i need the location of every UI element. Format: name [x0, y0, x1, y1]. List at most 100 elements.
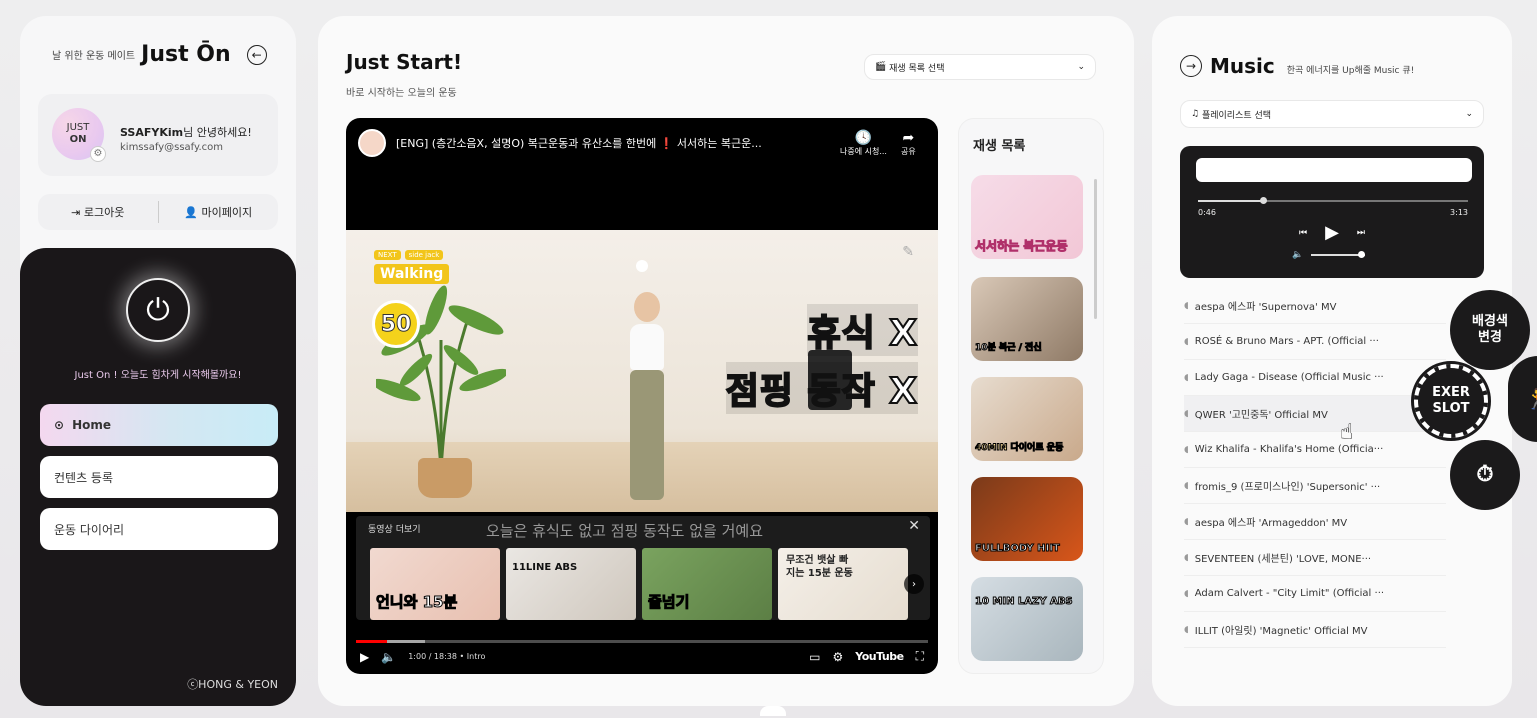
song-item[interactable]: ◖ aespa 에스파 'Supernova' MV	[1184, 288, 1446, 324]
music-elapsed: 0:46	[1198, 208, 1216, 217]
playlist-item[interactable]: 10 MIN LAZY ABS	[971, 577, 1083, 661]
mypage-button[interactable]: 👤 마이페이지	[159, 204, 279, 220]
hand-cursor-icon: ☝	[1340, 420, 1354, 445]
song-item[interactable]: ◖ ROSÉ & Bruno Mars - APT. (Official ···	[1184, 324, 1446, 360]
exer-slot-label: EXER SLOT	[1432, 385, 1470, 416]
song-item[interactable]: ◖ ILLIT (아일릿) 'Magnetic' Official MV	[1184, 612, 1446, 648]
music-volume: 🔈	[1292, 250, 1366, 260]
plant-pot	[418, 458, 472, 498]
song-item[interactable]: ◖ fromis_9 (프로미스나인) 'Supersonic' ···	[1184, 468, 1446, 504]
suggested-video-title: 11LINE ABS	[512, 562, 578, 573]
video-frame: NEXT side jack Walking 50 ✎ 휴식 X 점핑 동작 X	[346, 230, 938, 512]
song-title: fromis_9 (프로미스나인) 'Supersonic' ···	[1194, 482, 1381, 493]
suggested-video[interactable]: 줄넘기	[642, 548, 772, 620]
video-title[interactable]: [ENG] (층간소음X, 설명O) 복근운동과 유산소를 한번에 ❗ 서서하는…	[396, 135, 826, 151]
song-item[interactable]: ◖ aespa 에스파 'Armageddon' MV	[1184, 504, 1446, 540]
gear-icon[interactable]: ⚙	[90, 146, 106, 162]
nav-item-exercise-diary[interactable]: 운동 다이어리	[40, 508, 278, 550]
song-title: aespa 에스파 'Armageddon' MV	[1194, 518, 1348, 529]
playlist-item-title: 40MIN 다이어트 운동	[974, 443, 1064, 454]
playlist-select[interactable]: 🎬 재생 목록 선택 ⌄	[864, 54, 1096, 80]
settings-icon[interactable]: ⚙	[833, 650, 844, 664]
play-icon[interactable]: ▶	[360, 650, 369, 664]
logout-button[interactable]: ⇥ 로그아웃	[38, 204, 158, 220]
video-progress-bar[interactable]	[356, 640, 928, 643]
volume-slider[interactable]	[1311, 251, 1366, 258]
subtitle-caption: 오늘은 휴식도 없고 점핑 동작도 없을 거예요	[486, 522, 764, 540]
exer-slot-button[interactable]: EXER SLOT	[1411, 361, 1491, 441]
music-playlist-select-value: 플레이리스트 선택	[1201, 110, 1272, 121]
song-item[interactable]: ◖ Lady Gaga - Disease (Official Music ···	[1184, 360, 1446, 396]
nav-item-home[interactable]: ⊙ Home	[40, 404, 278, 446]
suggested-video[interactable]: 언니와 15분	[370, 548, 500, 620]
close-icon[interactable]: ✕	[908, 518, 920, 534]
nav-item-content-register[interactable]: 컨텐츠 등록	[40, 456, 278, 498]
fullscreen-icon[interactable]: ⛶	[916, 649, 924, 664]
music-now-playing	[1196, 158, 1472, 182]
music-progress-bar[interactable]	[1198, 197, 1468, 204]
avatar[interactable]: JUST ON ⚙	[52, 108, 106, 162]
logout-icon: ⇥	[71, 206, 84, 219]
next-move-label: Walking	[374, 264, 450, 284]
subtitles-icon[interactable]: ▭	[809, 650, 820, 664]
next-icon[interactable]: ⏭	[1357, 228, 1365, 238]
playlist-item[interactable]: FULLBODY HIIT	[971, 477, 1083, 561]
player-controls: ▶ 🔈 1:00 / 18:38 • Intro ▭ ⚙ YouTube ⛶	[346, 626, 938, 674]
music-playlist-select[interactable]: ♫ 플레이리스트 선택 ⌄	[1180, 100, 1484, 128]
share-button[interactable]: ➦ 공유	[901, 130, 916, 157]
song-item[interactable]: ◖ SEVENTEEN (세븐틴) 'LOVE, MONE···	[1184, 540, 1446, 576]
song-title: Lady Gaga - Disease (Official Music ···	[1194, 372, 1384, 383]
music-disc-icon: ◖	[1184, 588, 1189, 599]
playlist-select-value: 재생 목록 선택	[889, 63, 945, 74]
user-name: SSAFYKim	[120, 126, 184, 139]
music-progress-knob[interactable]	[1259, 197, 1267, 204]
runner-icon[interactable]: 🏃	[1508, 356, 1537, 442]
page-title: Just Start!	[346, 50, 463, 74]
music-disc-icon: ◖	[1184, 372, 1189, 383]
background-color-button[interactable]: 배경색 변경	[1450, 290, 1530, 370]
suggested-video[interactable]: 무조건 뱃살 빠지는 15분 운동	[778, 548, 908, 620]
play-icon[interactable]: ▶	[1325, 222, 1339, 243]
music-title: Music	[1210, 54, 1275, 78]
chevron-right-icon[interactable]: ›	[904, 574, 924, 594]
music-note-icon: ♫	[1191, 109, 1202, 119]
video-time: 1:00 / 18:38 • Intro	[408, 652, 486, 661]
youtube-logo[interactable]: YouTube	[855, 650, 904, 663]
user-greeting: SSAFYKim님 안녕하세요!	[120, 124, 252, 140]
previous-icon[interactable]: ⏮	[1299, 228, 1307, 238]
song-item[interactable]: ◖ Adam Calvert - "City Limit" (Official ·…	[1184, 576, 1446, 612]
song-title: Wiz Khalifa - Khalifa's Home (Officia···	[1194, 444, 1384, 455]
song-item[interactable]: ◖ Wiz Khalifa - Khalifa's Home (Officia··…	[1184, 432, 1446, 468]
stopwatch-icon[interactable]: ⏱	[1450, 440, 1520, 510]
volume-knob[interactable]	[1358, 251, 1366, 258]
volume-icon[interactable]: 🔈	[1292, 250, 1303, 260]
power-icon[interactable]: ⏻	[126, 278, 190, 342]
music-player: 0:46 3:13 ⏮ ▶ ⏭ 🔈	[1180, 146, 1484, 278]
suggested-video[interactable]: 11LINE ABS	[506, 548, 636, 620]
song-title: ROSÉ & Bruno Mars - APT. (Official ···	[1194, 336, 1379, 347]
song-title: ILLIT (아일릿) 'Magnetic' Official MV	[1194, 626, 1368, 637]
clock-icon: 🕓	[854, 129, 873, 146]
wall-lamp	[636, 260, 648, 272]
arrow-right-circle-icon[interactable]: →	[1180, 55, 1202, 77]
playlist-scrollbar[interactable]	[1094, 179, 1097, 319]
channel-avatar[interactable]	[358, 129, 386, 157]
watch-later-button[interactable]: 🕓 나중에 시청...	[840, 130, 887, 157]
playlist-item[interactable]: 40MIN 다이어트 운동	[971, 377, 1083, 461]
video-player[interactable]: [ENG] (층간소음X, 설명O) 복근운동과 유산소를 한번에 ❗ 서서하는…	[346, 118, 938, 674]
video-header: [ENG] (층간소음X, 설명O) 복근운동과 유산소를 한번에 ❗ 서서하는…	[346, 118, 938, 168]
playlist-item[interactable]: 서서하는 복근운동	[971, 175, 1083, 259]
left-sidebar: 날 위한 운동 메이트 Just Ōn ← JUST ON ⚙ SSAFYKim…	[20, 16, 296, 706]
next-move-badge: NEXT side jack Walking	[374, 250, 450, 284]
brand-logo[interactable]: Just Ōn	[141, 42, 230, 67]
avatar-text-1: JUST	[66, 122, 90, 133]
song-item[interactable]: ◖ QWER '고민중독' Official MV	[1184, 396, 1446, 432]
music-disc-icon: ◖	[1184, 624, 1189, 635]
back-arrow-icon[interactable]: ←	[246, 44, 267, 65]
watch-later-label: 나중에 시청...	[840, 146, 887, 156]
nav-welcome-message: Just On ! 오늘도 힘차게 시작해볼까요!	[74, 370, 242, 381]
volume-icon[interactable]: 🔈	[381, 650, 396, 664]
more-videos-heading: 동영상 더보기	[368, 525, 421, 535]
suggested-video-title: 줄넘기	[647, 593, 690, 612]
playlist-item[interactable]: 10분 복근 / 전신	[971, 277, 1083, 361]
